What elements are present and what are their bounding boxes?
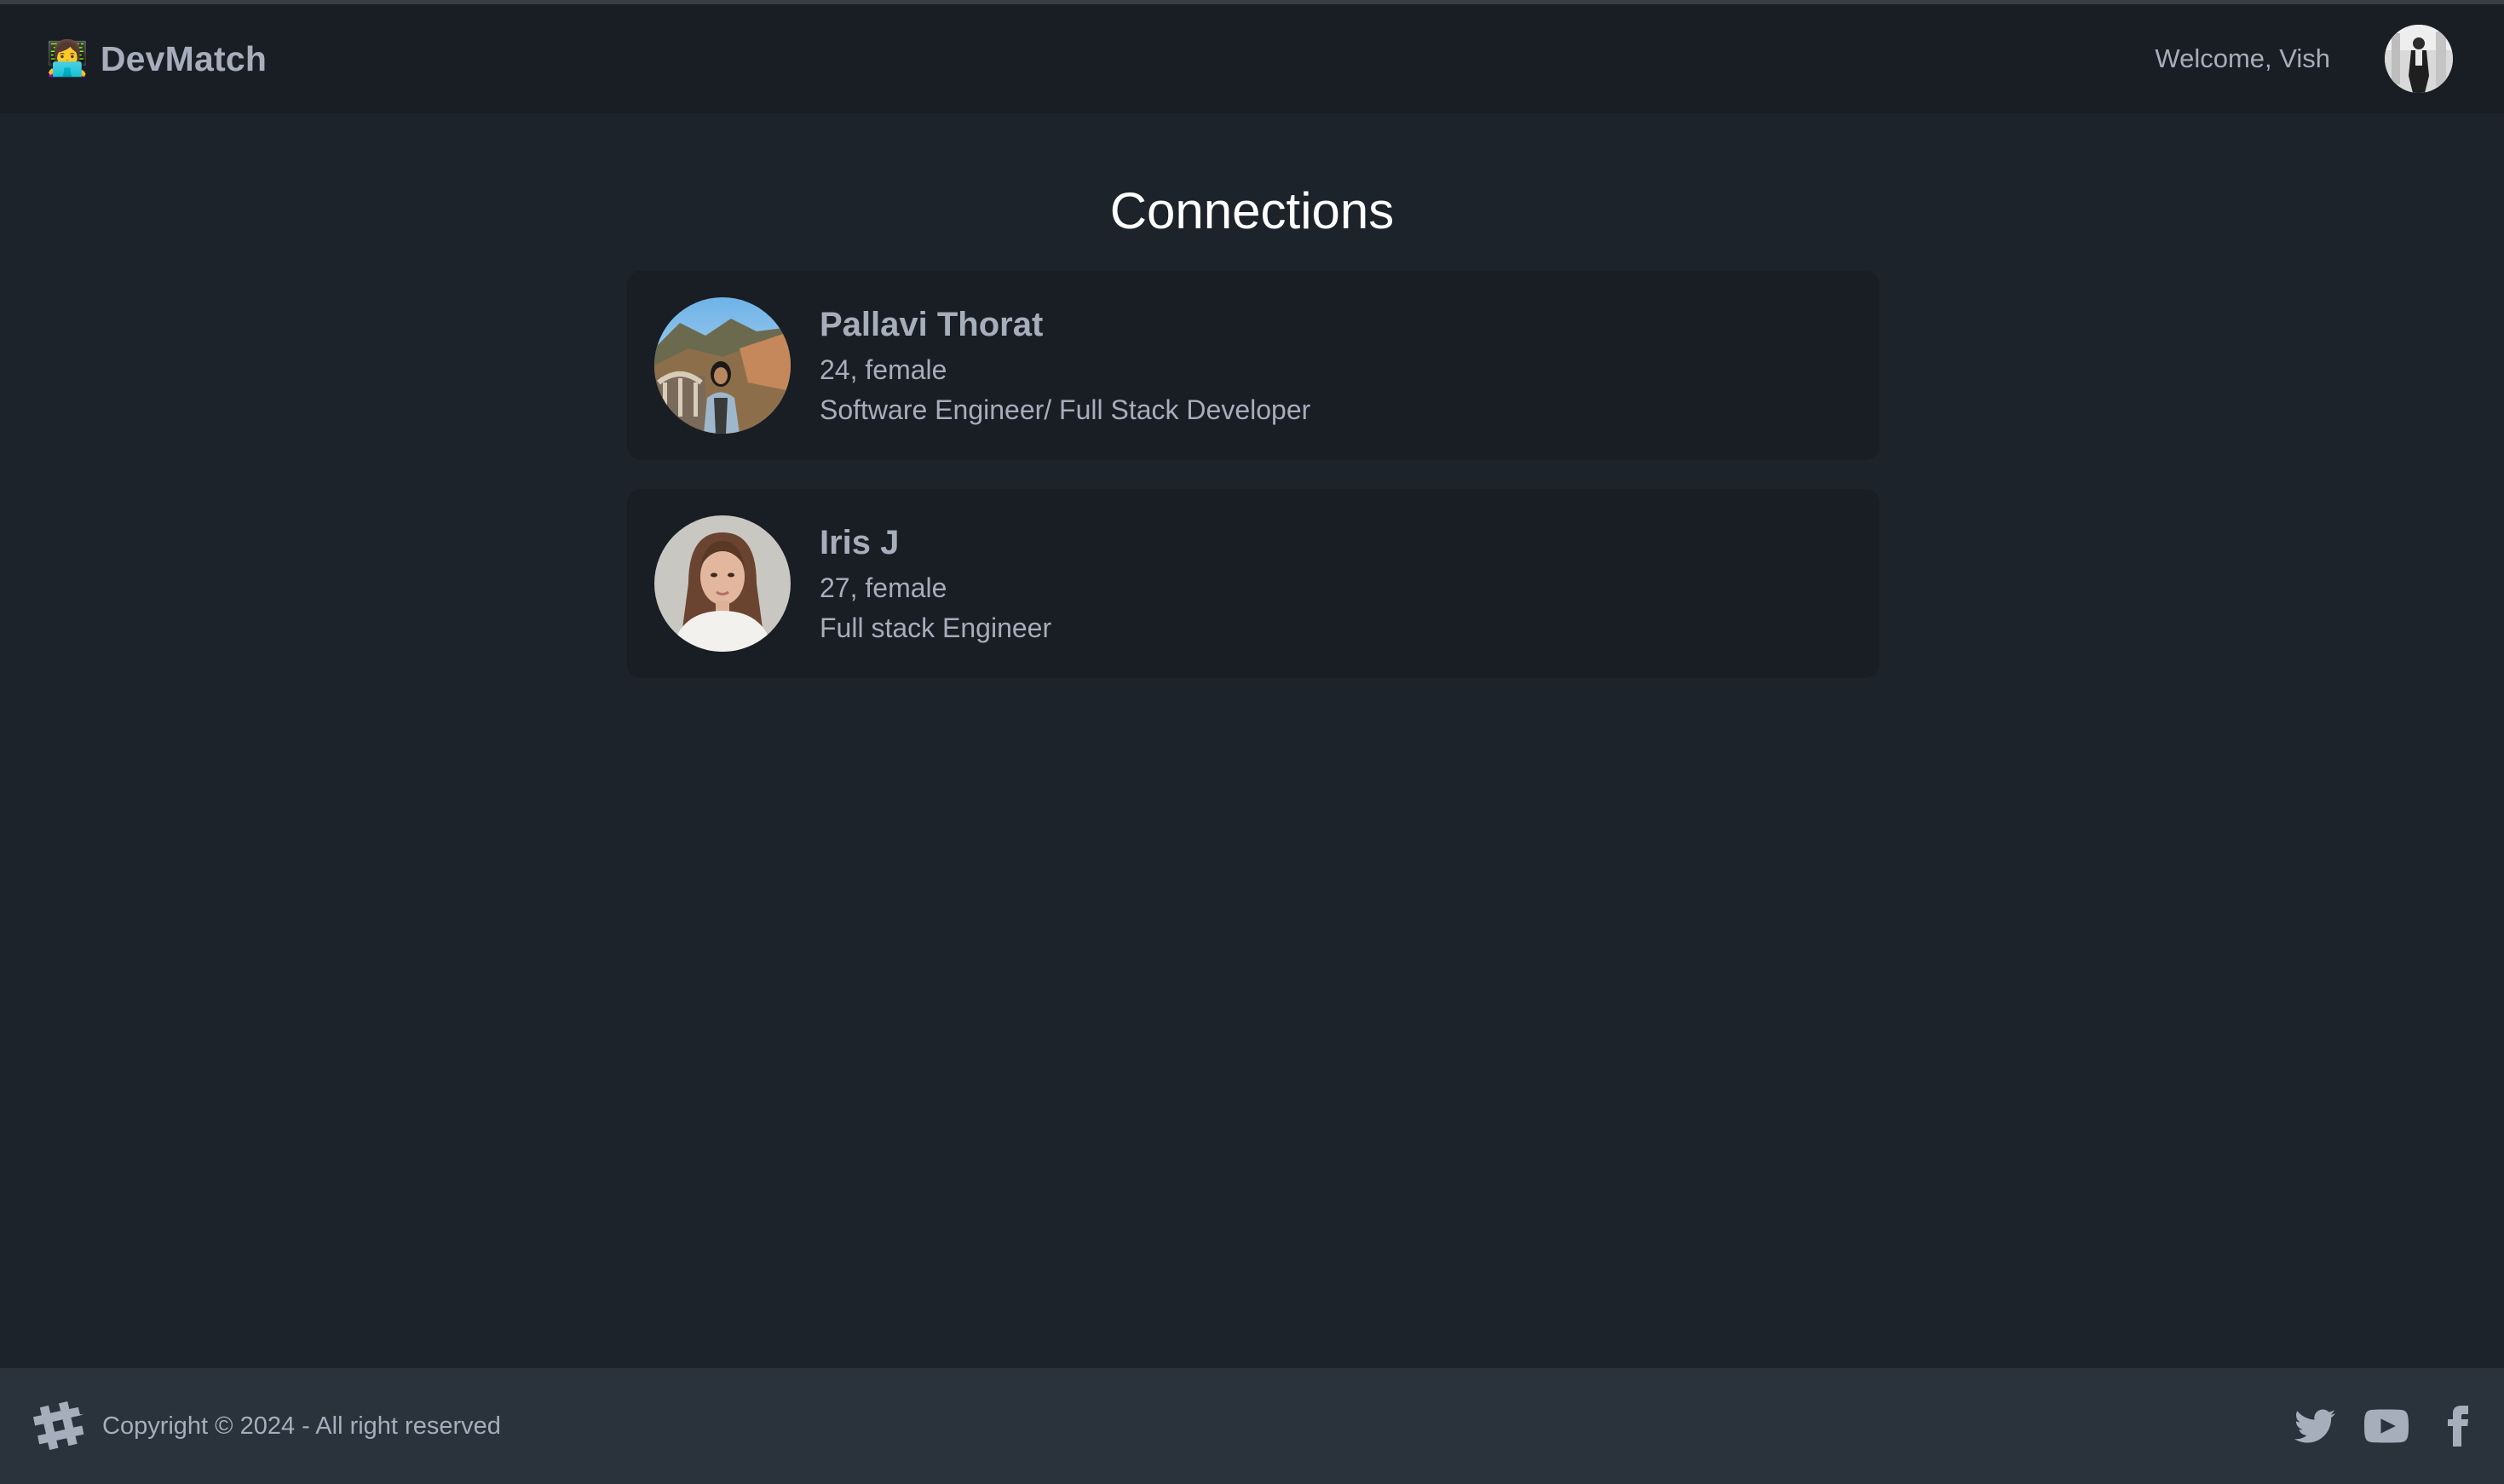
connection-name: Pallavi Thorat xyxy=(820,305,1044,343)
copyright-text: Copyright © 2024 - All right reserved xyxy=(102,1412,501,1440)
connection-avatar xyxy=(654,515,791,652)
connection-about: Full stack Engineer xyxy=(820,612,1052,643)
facebook-link[interactable] xyxy=(2438,1406,2478,1447)
connection-photo xyxy=(654,515,791,652)
footer: Copyright © 2024 - All right reserved xyxy=(0,1368,2504,1484)
brand-link[interactable]: 👩‍💻 DevMatch xyxy=(46,39,267,79)
twitter-link[interactable] xyxy=(2294,1406,2335,1447)
twitter-icon xyxy=(2294,1409,2335,1443)
connection-name: Iris J xyxy=(820,523,900,561)
social-links xyxy=(2294,1404,2478,1448)
hashtag-logo-icon xyxy=(26,1394,87,1459)
main-content: Connections Pallavi Thorat 24, female So… xyxy=(0,113,2504,1368)
connection-card: Pallavi Thorat 24, female Software Engin… xyxy=(627,271,1879,460)
developer-emoji-icon: 👩‍💻 xyxy=(46,40,89,78)
connection-details: Pallavi Thorat 24, female Software Engin… xyxy=(820,306,1310,426)
page-title: Connections xyxy=(1109,182,1395,239)
navbar: 👩‍💻 DevMatch Welcome, Vish xyxy=(0,4,2504,113)
footer-left: Copyright © 2024 - All right reserved xyxy=(26,1394,501,1459)
navbar-user-area: Welcome, Vish xyxy=(2155,25,2453,93)
youtube-icon xyxy=(2364,1409,2409,1443)
user-avatar[interactable] xyxy=(2385,25,2453,93)
user-avatar-photo xyxy=(2385,25,2453,93)
connection-age-gender: 24, female xyxy=(820,354,947,385)
welcome-text: Welcome, Vish xyxy=(2155,43,2330,73)
connection-card: Iris J 27, female Full stack Engineer xyxy=(627,489,1879,678)
connection-details: Iris J 27, female Full stack Engineer xyxy=(820,524,1051,644)
connection-about: Software Engineer/ Full Stack Developer xyxy=(820,394,1311,425)
connection-photo xyxy=(654,297,791,434)
facebook-icon xyxy=(2448,1406,2468,1447)
connection-age-gender: 27, female xyxy=(820,572,947,603)
youtube-link[interactable] xyxy=(2364,1404,2409,1448)
connection-avatar xyxy=(654,297,791,434)
brand-label: DevMatch xyxy=(100,38,268,78)
